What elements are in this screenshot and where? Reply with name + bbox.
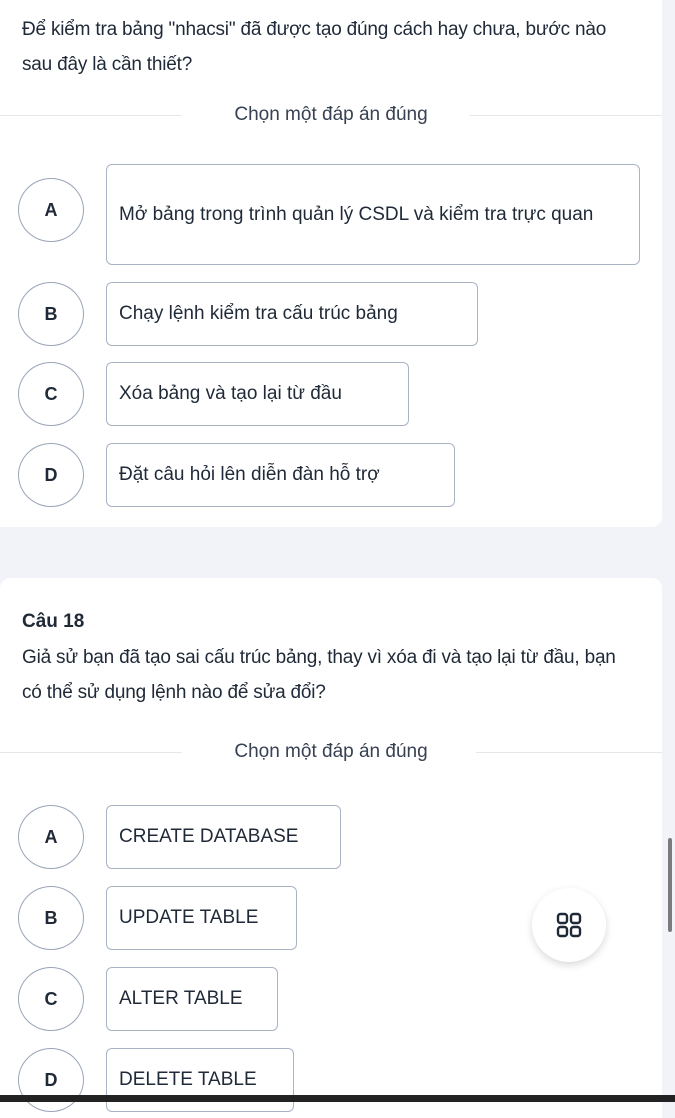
option-letter[interactable]: A xyxy=(18,178,84,242)
question-number: Câu 18 xyxy=(22,611,85,632)
option-letter[interactable]: B xyxy=(18,282,84,346)
option-a-text[interactable]: CREATE DATABASE xyxy=(106,805,341,869)
question-card-18: Câu 18 Giả sử bạn đã tạo sai cấu trúc bả… xyxy=(0,578,662,1118)
option-letter[interactable]: A xyxy=(18,805,84,869)
option-b-text[interactable]: UPDATE TABLE xyxy=(106,886,297,950)
option-a-text[interactable]: Mở bảng trong trình quản lý CSDL và kiểm… xyxy=(106,164,640,265)
option-letter[interactable]: D xyxy=(18,1048,84,1112)
answer-divider: Chọn một đáp án đúng xyxy=(0,740,662,764)
grid-icon xyxy=(556,912,582,938)
question-text: Để kiểm tra bảng "nhacsi" đã được tạo đú… xyxy=(22,19,607,75)
scrollbar-thumb[interactable] xyxy=(668,838,672,932)
answer-divider: Chọn một đáp án đúng xyxy=(0,103,662,127)
option-d-text[interactable]: DELETE TABLE xyxy=(106,1048,294,1112)
option-letter[interactable]: C xyxy=(18,362,84,426)
option-c-text[interactable]: ALTER TABLE xyxy=(106,967,278,1031)
option-d-text[interactable]: Đặt câu hỏi lên diễn đàn hỗ trợ xyxy=(106,443,455,507)
choose-one-label: Chọn một đáp án đúng xyxy=(234,104,428,125)
question-card-17: Để kiểm tra bảng "nhacsi" đã được tạo đú… xyxy=(0,0,662,527)
option-letter[interactable]: D xyxy=(18,443,84,507)
question-text: Giả sử bạn đã tạo sai cấu trúc bảng, tha… xyxy=(22,647,616,703)
option-letter[interactable]: C xyxy=(18,967,84,1031)
choose-one-label: Chọn một đáp án đúng xyxy=(234,741,428,762)
option-b-text[interactable]: Chạy lệnh kiểm tra cấu trúc bảng xyxy=(106,282,478,346)
bottom-bar xyxy=(0,1095,675,1102)
question-grid-button[interactable] xyxy=(532,888,606,962)
option-c-text[interactable]: Xóa bảng và tạo lại từ đầu xyxy=(106,362,409,426)
option-letter[interactable]: B xyxy=(18,886,84,950)
